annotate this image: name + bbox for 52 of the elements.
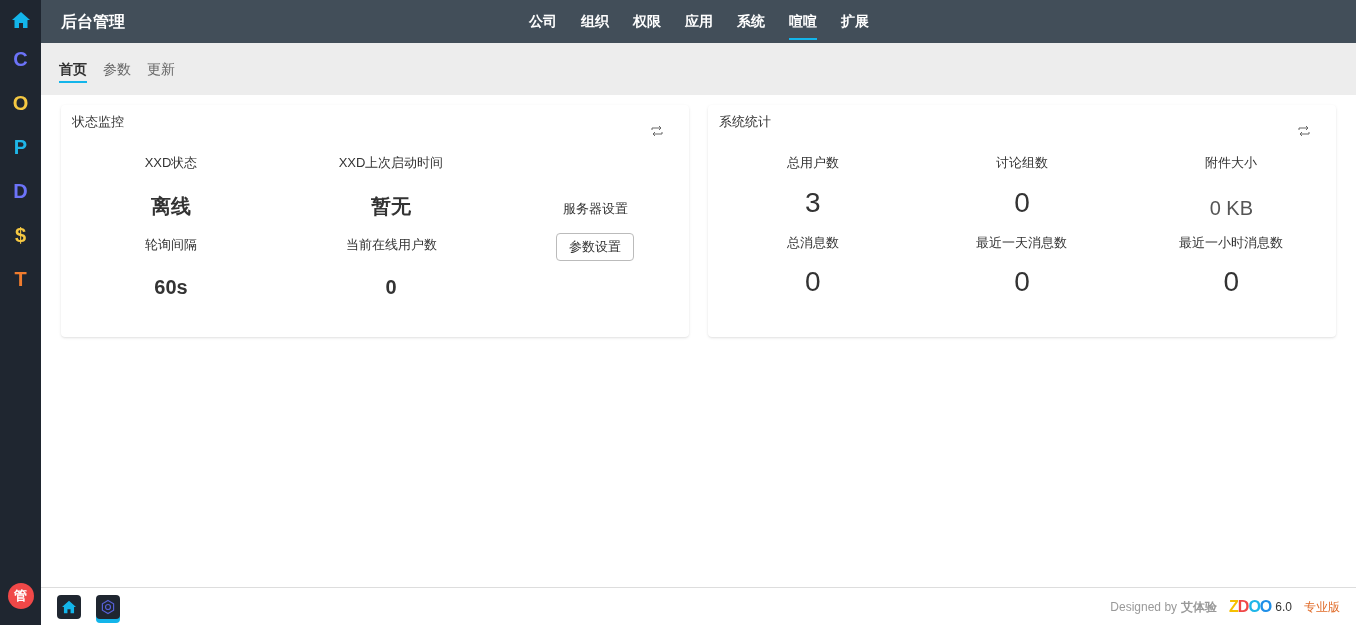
stat-value: 0 [385, 275, 397, 300]
card-title: 系统统计 [719, 113, 771, 131]
card-title: 状态监控 [72, 113, 124, 131]
home-icon [61, 599, 77, 614]
stat-label: 附件大小 [1205, 154, 1258, 172]
nav-tab[interactable]: 权限 [633, 4, 661, 40]
stat-value: 0 KB [1209, 195, 1253, 221]
version-text: 6.0 [1275, 598, 1292, 616]
nav-tab[interactable]: 扩展 [841, 4, 869, 40]
stat-label: 轮询间隔 [145, 235, 197, 254]
stat-value: 0 [1223, 265, 1240, 299]
app-launcher[interactable]: C [13, 43, 28, 75]
stat-value: 离线 [151, 193, 191, 219]
stat-label: 最近一天消息数 [976, 233, 1068, 252]
subnav-tab[interactable]: 参数 [103, 57, 131, 83]
hexagon-icon [100, 598, 116, 615]
stat-value: 0 [804, 265, 821, 299]
stat-label: 当前在线用户数 [345, 235, 437, 254]
nav-tab[interactable]: 组织 [581, 4, 609, 40]
stat-value: 60s [154, 275, 188, 300]
brand-logo: ZDOO [1229, 596, 1272, 617]
app-launcher[interactable]: D [13, 175, 28, 207]
stat-value: 暂无 [371, 193, 411, 219]
app-launcher[interactable]: O [12, 87, 29, 119]
app-launcher[interactable]: $ [14, 219, 27, 251]
stat-label: 总消息数 [786, 233, 839, 252]
edition-link[interactable]: 专业版 [1304, 597, 1340, 616]
nav-tab[interactable]: 系统 [737, 4, 765, 40]
user-avatar[interactable]: 管 [7, 583, 34, 609]
app-launcher[interactable]: P [13, 131, 28, 163]
stat-value: 0 [1014, 185, 1030, 220]
stat-value: 3 [804, 185, 821, 220]
stat-label: 总用户数 [786, 154, 839, 172]
designed-by-text: Designed by [1110, 598, 1178, 616]
nav-tab[interactable]: 公司 [529, 4, 557, 40]
nav-tab[interactable]: 喧喧 [789, 4, 817, 40]
subnav-tab[interactable]: 首页 [59, 57, 87, 83]
stat-label: 最近一小时消息数 [1179, 233, 1284, 252]
nav-tab[interactable]: 应用 [685, 4, 713, 40]
server-settings-label: 服务器设置 [562, 200, 628, 218]
taskbar-app[interactable] [57, 594, 81, 619]
home-icon[interactable] [10, 11, 31, 29]
refresh-icon[interactable] [1298, 125, 1310, 137]
stat-label: 讨论组数 [996, 154, 1048, 172]
stat-value: 0 [1014, 265, 1030, 299]
refresh-icon[interactable] [651, 125, 663, 137]
app-launcher[interactable]: T [14, 263, 27, 295]
stat-label: XXD上次启动时间 [338, 154, 444, 172]
subnav-tab[interactable]: 更新 [147, 57, 175, 83]
header-title: 后台管理 [61, 11, 125, 32]
settings-button[interactable]: 参数设置 [556, 232, 634, 261]
stat-label: XXD状态 [144, 154, 198, 172]
